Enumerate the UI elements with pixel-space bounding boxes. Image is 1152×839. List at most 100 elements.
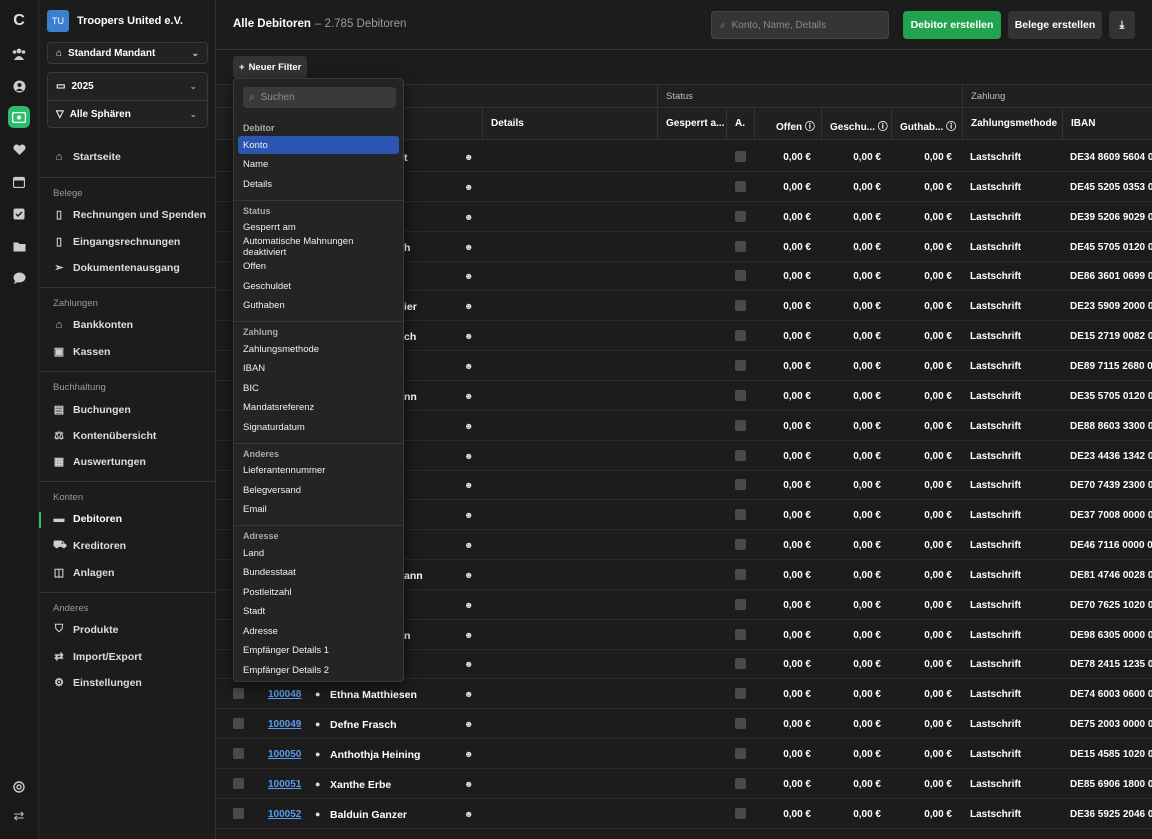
col-zahlungsmethode[interactable]: Zahlungsmethode xyxy=(971,118,1057,129)
filter-option[interactable]: Postleitzahl xyxy=(238,583,399,601)
nav-kreditoren[interactable]: ⛟ Kreditoren xyxy=(53,539,126,553)
row-checkbox[interactable] xyxy=(233,718,244,730)
user-circle-icon[interactable]: ☻ xyxy=(464,570,473,580)
auto-reminder-checkbox[interactable] xyxy=(735,658,746,670)
user-circle-icon[interactable]: ☻ xyxy=(464,212,473,222)
user-circle-icon[interactable]: ☻ xyxy=(464,689,473,699)
nav-buchungen[interactable]: ▤ Buchungen xyxy=(53,403,131,417)
user-circle-icon[interactable]: ☻ xyxy=(464,779,473,789)
filter-option[interactable]: BIC xyxy=(238,379,399,397)
table-row[interactable]: 100051 ● Xanthe Erbe ☻ 0,00 € 0,00 € 0,00 € Las… xyxy=(216,769,1152,799)
user-circle-icon[interactable]: ☻ xyxy=(464,630,473,640)
filter-search-input[interactable]: ⌕ Suchen xyxy=(243,87,396,108)
nav-kontenuebersicht[interactable]: ⚖ Kontenübersicht xyxy=(53,429,156,443)
filter-option[interactable]: Stadt xyxy=(238,603,399,621)
auto-reminder-checkbox[interactable] xyxy=(735,718,746,730)
filter-option[interactable]: Details xyxy=(238,175,399,193)
account-link[interactable]: 100049 xyxy=(268,719,301,730)
filter-option[interactable]: Guthaben xyxy=(238,297,399,315)
user-circle-icon[interactable]: ☻ xyxy=(464,540,473,550)
auto-reminder-checkbox[interactable] xyxy=(735,270,746,282)
user-circle-icon[interactable]: ☻ xyxy=(464,242,473,252)
user-circle-icon[interactable]: ☻ xyxy=(464,510,473,520)
organization-header[interactable]: TU Troopers United e.V. xyxy=(47,10,183,32)
heart-icon[interactable] xyxy=(8,139,30,161)
nav-rechnungen[interactable]: ▯ Rechnungen und Spenden xyxy=(53,208,206,222)
user-circle-icon[interactable]: ☻ xyxy=(464,719,473,729)
auto-reminder-checkbox[interactable] xyxy=(735,479,746,491)
account-link[interactable]: 100050 xyxy=(268,749,301,760)
auto-reminder-checkbox[interactable] xyxy=(735,598,746,610)
sphere-select[interactable]: ▽ Alle Sphären xyxy=(56,109,131,120)
filter-option[interactable]: Empfänger Details 2 xyxy=(238,661,399,679)
auto-reminder-checkbox[interactable] xyxy=(735,807,746,819)
help-lifebuoy-icon[interactable] xyxy=(8,776,30,798)
table-row[interactable]: 100052 ● Balduin Ganzer ☻ 0,00 € 0,00 € 0,00 €… xyxy=(216,799,1152,829)
table-row[interactable]: 100049 ● Defne Frasch ☻ 0,00 € 0,00 € 0,00 € La… xyxy=(216,709,1152,740)
auto-reminder-checkbox[interactable] xyxy=(735,539,746,551)
row-checkbox[interactable] xyxy=(233,748,244,759)
create-documents-button[interactable]: Belege erstellen xyxy=(1008,11,1102,39)
nav-einstellungen[interactable]: ⚙ Einstellungen xyxy=(53,676,142,690)
filter-option[interactable]: Name xyxy=(238,156,399,174)
auto-reminder-checkbox[interactable] xyxy=(735,359,746,371)
task-check-icon[interactable] xyxy=(8,203,30,225)
user-circle-icon[interactable]: ☻ xyxy=(464,152,473,162)
col-offen[interactable]: Offen ⓘ xyxy=(776,118,815,133)
row-checkbox[interactable] xyxy=(233,807,244,819)
nav-startseite[interactable]: ⌂ Startseite xyxy=(53,151,121,163)
filter-option[interactable]: Gesperrt am xyxy=(238,219,399,237)
user-circle-icon[interactable]: ☻ xyxy=(464,421,473,431)
auto-reminder-checkbox[interactable] xyxy=(735,180,746,192)
nav-anlagen[interactable]: ◫ Anlagen xyxy=(53,566,115,580)
user-circle-icon[interactable]: ☻ xyxy=(464,391,473,401)
year-select[interactable]: ▭ 2025 xyxy=(56,81,94,92)
account-link[interactable]: 100051 xyxy=(268,779,301,790)
auto-reminder-checkbox[interactable] xyxy=(735,568,746,580)
filter-option[interactable]: Bundesstaat xyxy=(238,564,399,582)
user-circle-icon[interactable]: ☻ xyxy=(464,331,473,341)
chat-icon[interactable] xyxy=(8,267,30,289)
user-circle-icon[interactable]: ☻ xyxy=(464,809,473,819)
mandant-select[interactable]: ⌂ Standard Mandant ⌄ xyxy=(47,42,208,64)
switch-arrows-icon[interactable]: ⇄ xyxy=(8,805,30,827)
nav-debitoren[interactable]: ▬ Debitoren xyxy=(53,513,123,525)
nav-produkte[interactable]: ⛉ Produkte xyxy=(53,623,119,636)
accounting-icon[interactable] xyxy=(8,106,30,128)
filter-option[interactable]: Signaturdatum xyxy=(238,418,399,436)
nav-eingangsrechnungen[interactable]: ▯ Eingangsrechnungen xyxy=(53,235,180,249)
nav-import-export[interactable]: ⇄ Import/Export xyxy=(53,650,141,664)
filter-option[interactable]: Land xyxy=(238,544,399,562)
auto-reminder-checkbox[interactable] xyxy=(735,419,746,431)
auto-reminder-checkbox[interactable] xyxy=(735,151,746,162)
account-link[interactable]: 100048 xyxy=(268,689,301,700)
user-circle-icon[interactable]: ☻ xyxy=(464,182,473,192)
col-geschuldet[interactable]: Geschu... ⓘ xyxy=(830,118,888,133)
filter-option[interactable]: Zahlungsmethode xyxy=(238,340,399,358)
filter-option[interactable]: Belegversand xyxy=(238,481,399,499)
auto-reminder-checkbox[interactable] xyxy=(735,210,746,222)
user-circle-icon[interactable]: ☻ xyxy=(464,451,473,461)
filter-option[interactable]: Lieferantennummer xyxy=(238,462,399,480)
filter-option[interactable]: Geschuldet xyxy=(238,277,399,295)
auto-reminder-checkbox[interactable] xyxy=(735,628,746,640)
auto-reminder-checkbox[interactable] xyxy=(735,777,746,789)
user-circle-icon[interactable]: ☻ xyxy=(464,659,473,669)
col-details[interactable]: Details xyxy=(491,118,524,129)
auto-reminder-checkbox[interactable] xyxy=(735,300,746,312)
user-circle-icon[interactable] xyxy=(8,75,30,97)
nav-bankkonten[interactable]: ⌂ Bankkonten xyxy=(53,319,133,331)
filter-option[interactable]: Automatische Mahnungen deaktiviert xyxy=(238,236,399,258)
user-circle-icon[interactable]: ☻ xyxy=(464,301,473,311)
filter-option[interactable]: Adresse xyxy=(238,622,399,640)
user-circle-icon[interactable]: ☻ xyxy=(464,480,473,490)
row-checkbox[interactable] xyxy=(233,688,244,700)
auto-reminder-checkbox[interactable] xyxy=(735,688,746,700)
col-guthaben[interactable]: Guthab... ⓘ xyxy=(900,118,956,133)
account-link[interactable]: 100052 xyxy=(268,809,301,820)
nav-kassen[interactable]: ▣ Kassen xyxy=(53,345,111,359)
auto-reminder-checkbox[interactable] xyxy=(735,330,746,342)
user-circle-icon[interactable]: ☻ xyxy=(464,361,473,371)
col-a[interactable]: A. xyxy=(735,118,745,129)
calendar-icon[interactable] xyxy=(8,171,30,193)
